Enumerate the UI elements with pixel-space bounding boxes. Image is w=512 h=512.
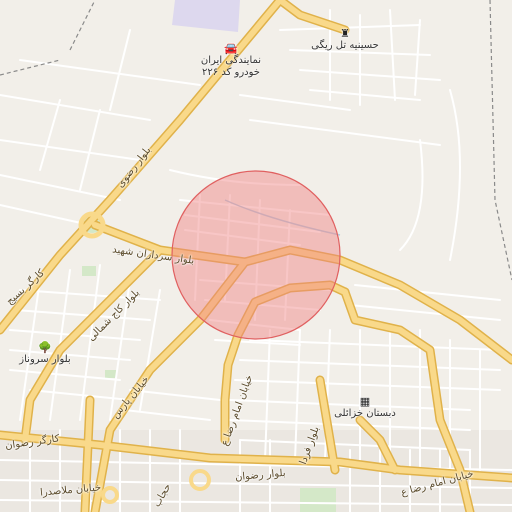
poi-label: دبستان خزائلی	[334, 408, 396, 419]
poi-iran-khodro[interactable]: 🚘 نمایندگی ایران خودرو کد ۲۲۶	[196, 43, 266, 79]
car-icon: 🚘	[224, 42, 238, 55]
mosque-icon: ♜	[340, 27, 350, 40]
highlight-area[interactable]	[171, 170, 341, 340]
tree-icon: 🌳	[38, 341, 52, 354]
school-icon: ▦	[359, 395, 371, 408]
map-canvas[interactable]: 🚘 نمایندگی ایران خودرو کد ۲۲۶ ♜ حسینیه ت…	[0, 0, 512, 512]
poi-hosseinieh[interactable]: ♜ حسینیه تل ریگی	[300, 28, 390, 52]
poi-label: حسینیه تل ریگی	[311, 40, 379, 51]
poi-label: بلوار سروناز	[19, 354, 71, 365]
poi-label: نمایندگی ایران خودرو کد ۲۲۶	[200, 55, 262, 78]
poi-school[interactable]: ▦ دبستان خزائلی	[325, 396, 405, 420]
poi-sarvnaz[interactable]: 🌳 بلوار سروناز	[10, 342, 80, 366]
